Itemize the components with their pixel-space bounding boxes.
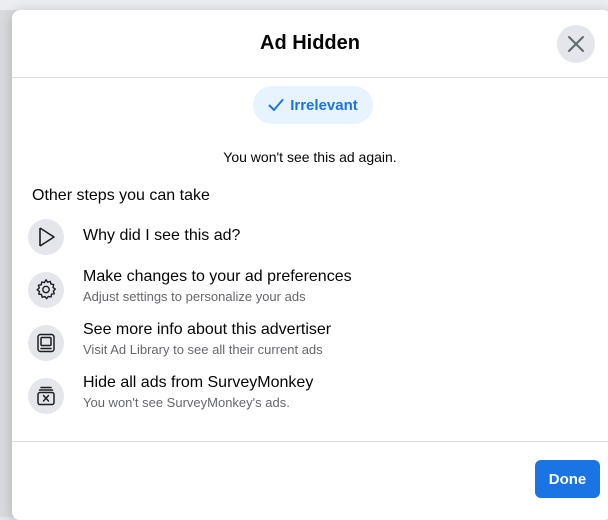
option-subtitle: Visit Ad Library to see all their curren… — [83, 342, 323, 357]
dialog-header: Ad Hidden — [12, 10, 608, 78]
option-advertiser-info[interactable]: See more info about this advertiser Visi… — [26, 321, 596, 371]
confirmation-message: You won't see this ad again. — [223, 149, 397, 165]
footer-divider — [12, 441, 608, 442]
gear-icon — [36, 279, 56, 300]
reason-chip-label: Irrelevant — [290, 96, 358, 114]
done-button[interactable]: Done — [535, 460, 600, 498]
ad-library-icon — [37, 333, 55, 353]
ad-hidden-dialog: Ad Hidden Irrelevant You won't see this … — [12, 10, 608, 520]
close-button[interactable] — [557, 25, 595, 63]
option-subtitle: You won't see SurveyMonkey's ads. — [83, 395, 290, 410]
backdrop-strip — [0, 0, 608, 10]
option-title: Make changes to your ad preferences — [83, 268, 352, 285]
option-title: Hide all ads from SurveyMonkey — [83, 374, 314, 391]
option-hide-all-ads[interactable]: Hide all ads from SurveyMonkey You won't… — [26, 374, 596, 424]
option-icon-wrapper — [28, 219, 64, 255]
other-steps-heading: Other steps you can take — [32, 187, 210, 204]
play-outline-icon — [39, 227, 55, 247]
option-ad-preferences[interactable]: Make changes to your ad preferences Adju… — [26, 268, 596, 318]
option-subtitle: Adjust settings to personalize your ads — [83, 289, 306, 304]
option-icon-wrapper — [28, 272, 64, 308]
reason-chip-irrelevant[interactable]: Irrelevant — [253, 86, 373, 124]
option-icon-wrapper — [28, 378, 64, 414]
dialog-title: Ad Hidden — [260, 32, 360, 54]
checkmark-icon — [268, 99, 284, 111]
option-title: See more info about this advertiser — [83, 321, 332, 338]
option-icon-wrapper — [28, 325, 64, 361]
option-why-see-ad[interactable]: Why did I see this ad? — [26, 215, 596, 265]
close-icon — [568, 36, 584, 52]
option-title: Why did I see this ad? — [83, 227, 241, 244]
hide-box-icon — [37, 386, 55, 406]
